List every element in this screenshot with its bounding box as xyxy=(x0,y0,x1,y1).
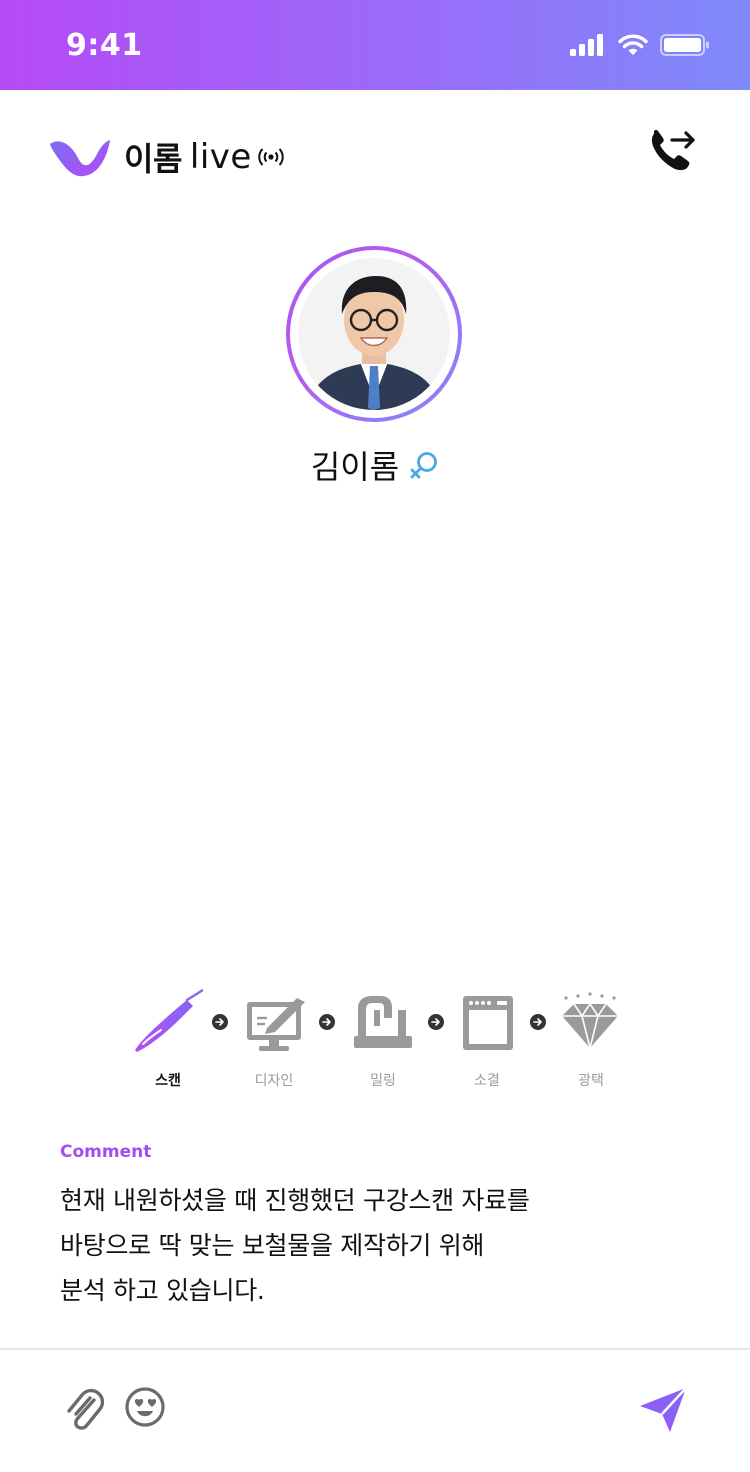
wifi-icon xyxy=(618,34,648,55)
heart-eyes-emoji-icon[interactable] xyxy=(124,1386,166,1428)
comment-line: 현재 내원하셨을 때 진행했던 구강스캔 자료를 xyxy=(60,1186,530,1215)
battery-icon xyxy=(660,34,709,56)
step-label-sintering: 소결 xyxy=(474,1073,500,1089)
paperclip-icon[interactable] xyxy=(64,1386,104,1430)
profile-name-row: 김이롬 xyxy=(0,442,750,488)
diamond-icon[interactable] xyxy=(556,988,626,1054)
comment-body: 현재 내원하셨을 때 진행했던 구강스캔 자료를 바탕으로 딱 맞는 보철물을 … xyxy=(60,1178,700,1313)
status-icons xyxy=(570,34,710,56)
step-arrow-icon xyxy=(428,1014,444,1030)
step-label-scan: 스캔 xyxy=(155,1073,181,1089)
cellular-signal-icon xyxy=(570,34,603,56)
app-logo[interactable]: 이롬 live xyxy=(48,134,286,180)
broadcast-icon xyxy=(258,148,284,166)
female-symbol-icon xyxy=(410,452,438,479)
scanner-icon[interactable] xyxy=(133,988,203,1054)
send-icon[interactable] xyxy=(638,1386,688,1434)
comment-title: Comment xyxy=(60,1142,152,1162)
step-arrow-icon xyxy=(319,1014,335,1030)
call-transfer-icon[interactable] xyxy=(648,128,698,174)
profile-name: 김이롬 xyxy=(310,448,400,486)
process-steps: 스캔 디자인 밀링 소결 광택 xyxy=(0,988,750,1098)
logo-live-text: live xyxy=(189,137,252,177)
design-monitor-icon[interactable] xyxy=(243,988,313,1054)
status-bar: 9:41 xyxy=(0,0,750,90)
comment-line: 바탕으로 딱 맞는 보철물을 제작하기 위해 xyxy=(60,1231,485,1260)
comment-section: Comment 현재 내원하셨을 때 진행했던 구강스캔 자료를 바탕으로 딱 … xyxy=(60,1142,700,1313)
comment-line: 분석 하고 있습니다. xyxy=(60,1276,265,1305)
avatar[interactable] xyxy=(298,258,450,410)
step-label-polish: 광택 xyxy=(578,1073,604,1089)
iroom-logo-icon xyxy=(50,140,110,177)
bottom-toolbar xyxy=(0,1350,750,1472)
step-arrow-icon xyxy=(530,1014,546,1030)
step-arrow-icon xyxy=(212,1014,228,1030)
logo-text: 이롬 xyxy=(124,140,182,178)
app-header: 이롬 live xyxy=(0,90,750,220)
status-time: 9:41 xyxy=(66,28,143,63)
milling-machine-icon[interactable] xyxy=(350,988,420,1054)
avatar-ring xyxy=(286,246,462,422)
sintering-oven-icon[interactable] xyxy=(455,988,525,1054)
step-label-design: 디자인 xyxy=(254,1073,294,1089)
step-label-milling: 밀링 xyxy=(370,1073,396,1089)
